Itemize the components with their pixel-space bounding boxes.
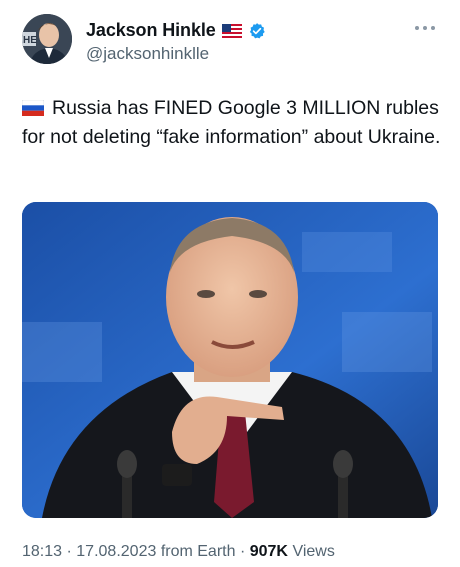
more-options-icon[interactable] [414, 20, 436, 30]
views-label: Views [292, 543, 335, 560]
tweet-time[interactable]: 18:13 [22, 543, 62, 560]
verified-badge-icon [248, 22, 266, 40]
meta-separator: · [66, 543, 72, 560]
tweet-text: Russia has FINED Google 3 MILLION rubles… [21, 95, 442, 151]
avatar-photo-icon: HE [22, 14, 72, 64]
tweet-date[interactable]: 17.08.2023 [76, 543, 156, 560]
tweet-card: HE Jackson Hinkle @jacksonhinklle Russia… [0, 0, 460, 567]
meta-separator-2: · [239, 543, 246, 560]
tweet-media-photo[interactable] [22, 202, 438, 518]
us-flag-icon [221, 23, 242, 38]
tweet-meta: 18:13 · 17.08.2023 from Earth · 907K Vie… [22, 543, 335, 561]
views-count[interactable]: 907K [250, 543, 288, 560]
author-display-name[interactable]: Jackson Hinkle [86, 20, 216, 41]
author-handle[interactable]: @jacksonhinklle [86, 44, 209, 64]
russia-flag-icon [21, 97, 45, 124]
tweet-body: Russia has FINED Google 3 MILLION rubles… [22, 97, 441, 148]
avatar-overlay-text: HE [23, 35, 37, 46]
photo-of-speaker-pointing-icon [22, 202, 438, 518]
avatar[interactable]: HE [22, 14, 72, 64]
author-name-row: Jackson Hinkle [86, 20, 266, 41]
tweet-source: from Earth [160, 543, 236, 560]
